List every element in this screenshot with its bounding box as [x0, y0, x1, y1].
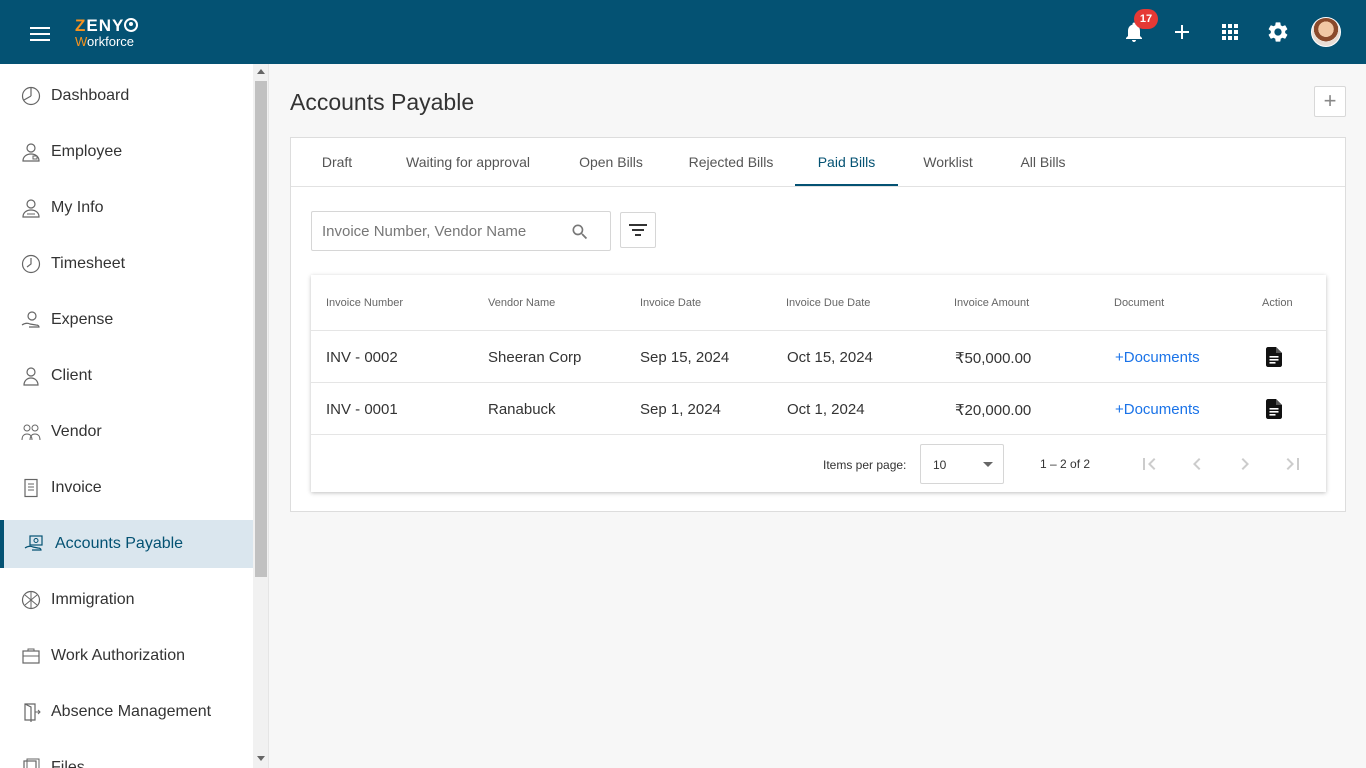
- sidebar-item-expense[interactable]: Expense: [0, 296, 253, 344]
- sidebar-item-dashboard[interactable]: Dashboard: [0, 72, 253, 120]
- menu-icon[interactable]: [30, 27, 50, 41]
- door-icon: [20, 701, 42, 723]
- sidebar-item-absence-management[interactable]: Absence Management: [0, 688, 253, 736]
- scroll-up-arrow-icon[interactable]: [257, 69, 265, 74]
- add-bill-button[interactable]: +: [1314, 86, 1346, 117]
- document-icon[interactable]: [1266, 347, 1282, 367]
- page-size-value: 10: [933, 458, 947, 472]
- tab-worklist[interactable]: Worklist: [917, 138, 979, 186]
- scroll-down-arrow-icon[interactable]: [257, 756, 265, 761]
- due-date-cell: Oct 15, 2024: [787, 349, 873, 366]
- accounts-payable-icon: [24, 533, 46, 555]
- document-icon[interactable]: [1266, 399, 1282, 419]
- sidebar-nav: Dashboard Employee My Info Timesheet Exp…: [0, 64, 253, 768]
- scrollbar-thumb[interactable]: [255, 81, 267, 577]
- page-title: Accounts Payable: [290, 89, 475, 115]
- previous-page-button[interactable]: [1185, 452, 1209, 476]
- column-header-vendor-name[interactable]: Vendor Name: [488, 297, 555, 309]
- sidebar-item-accounts-payable[interactable]: Accounts Payable: [0, 520, 253, 568]
- amount-cell: ₹50,000.00: [955, 350, 1032, 367]
- sidebar-item-work-authorization[interactable]: Work Authorization: [0, 632, 253, 680]
- invoice-icon: [20, 477, 42, 499]
- invoice-number-cell: INV - 0002: [326, 349, 398, 366]
- add-documents-link[interactable]: +Documents: [1115, 349, 1200, 366]
- next-page-button[interactable]: [1233, 452, 1257, 476]
- column-header-invoice-date[interactable]: Invoice Date: [640, 297, 701, 309]
- filter-icon: [629, 224, 647, 226]
- sidebar-scrollbar[interactable]: [253, 64, 269, 768]
- search-icon[interactable]: [570, 222, 590, 242]
- tab-all-bills[interactable]: All Bills: [1017, 138, 1069, 186]
- column-header-action: Action: [1262, 297, 1293, 309]
- sidebar-item-employee[interactable]: Employee: [0, 128, 253, 176]
- zenyo-logo[interactable]: ZENY Workforce: [75, 17, 139, 48]
- vendor-name-cell: Sheeran Corp: [488, 349, 582, 366]
- dashboard-icon: [20, 85, 42, 107]
- notification-count-badge: 17: [1134, 9, 1158, 29]
- column-header-invoice-due-date[interactable]: Invoice Due Date: [786, 297, 870, 309]
- search-input[interactable]: [322, 220, 562, 242]
- user-avatar[interactable]: [1311, 17, 1341, 47]
- paid-bills-table: Invoice Number Vendor Name Invoice Date …: [311, 275, 1326, 492]
- page-size-select[interactable]: 10: [920, 444, 1004, 484]
- due-date-cell: Oct 1, 2024: [787, 401, 865, 418]
- sidebar-item-immigration[interactable]: Immigration: [0, 576, 253, 624]
- apps-grid-icon[interactable]: [1218, 20, 1242, 44]
- bill-status-tabs: Draft Waiting for approval Open Bills Re…: [291, 138, 1345, 187]
- sidebar-item-files[interactable]: Files: [0, 744, 253, 768]
- page-range-label: 1 – 2 of 2: [1040, 457, 1091, 471]
- invoice-number-cell: INV - 0001: [326, 401, 398, 418]
- tab-rejected-bills[interactable]: Rejected Bills: [686, 138, 776, 186]
- caret-down-icon: [983, 462, 993, 467]
- top-app-bar: ZENY Workforce 17: [0, 0, 1366, 64]
- items-per-page-label: Items per page:: [823, 458, 907, 472]
- amount-cell: ₹20,000.00: [955, 402, 1032, 419]
- first-page-button[interactable]: [1137, 452, 1161, 476]
- expense-icon: [20, 309, 42, 331]
- briefcase-icon: [20, 645, 42, 667]
- clock-icon: [20, 253, 42, 275]
- globe-icon: [20, 589, 42, 611]
- vendor-icon: [20, 421, 42, 443]
- tab-draft[interactable]: Draft: [313, 138, 361, 186]
- sidebar-item-invoice[interactable]: Invoice: [0, 464, 253, 512]
- column-header-document: Document: [1114, 297, 1165, 309]
- sidebar-item-client[interactable]: Client: [0, 352, 253, 400]
- sidebar-item-vendor[interactable]: Vendor: [0, 408, 253, 456]
- add-icon[interactable]: [1170, 20, 1194, 44]
- vendor-name-cell: Ranabuck: [488, 401, 556, 418]
- tab-open-bills[interactable]: Open Bills: [575, 138, 647, 186]
- add-documents-link[interactable]: +Documents: [1115, 401, 1200, 418]
- my-info-icon: [20, 197, 42, 219]
- column-header-invoice-amount[interactable]: Invoice Amount: [954, 297, 1029, 309]
- last-page-button[interactable]: [1281, 452, 1305, 476]
- files-icon: [20, 757, 42, 768]
- bills-card: Draft Waiting for approval Open Bills Re…: [290, 137, 1346, 512]
- search-box: [311, 211, 611, 251]
- column-header-invoice-number[interactable]: Invoice Number: [326, 297, 403, 309]
- tab-paid-bills[interactable]: Paid Bills: [795, 138, 898, 186]
- employee-icon: [20, 141, 42, 163]
- client-icon: [20, 365, 42, 387]
- invoice-date-cell: Sep 1, 2024: [640, 401, 721, 418]
- sidebar-item-my-info[interactable]: My Info: [0, 184, 253, 232]
- settings-gear-icon[interactable]: [1266, 20, 1290, 44]
- tab-waiting-for-approval[interactable]: Waiting for approval: [401, 138, 535, 186]
- invoice-date-cell: Sep 15, 2024: [640, 349, 730, 366]
- filter-button[interactable]: [620, 212, 656, 248]
- sidebar-item-timesheet[interactable]: Timesheet: [0, 240, 253, 288]
